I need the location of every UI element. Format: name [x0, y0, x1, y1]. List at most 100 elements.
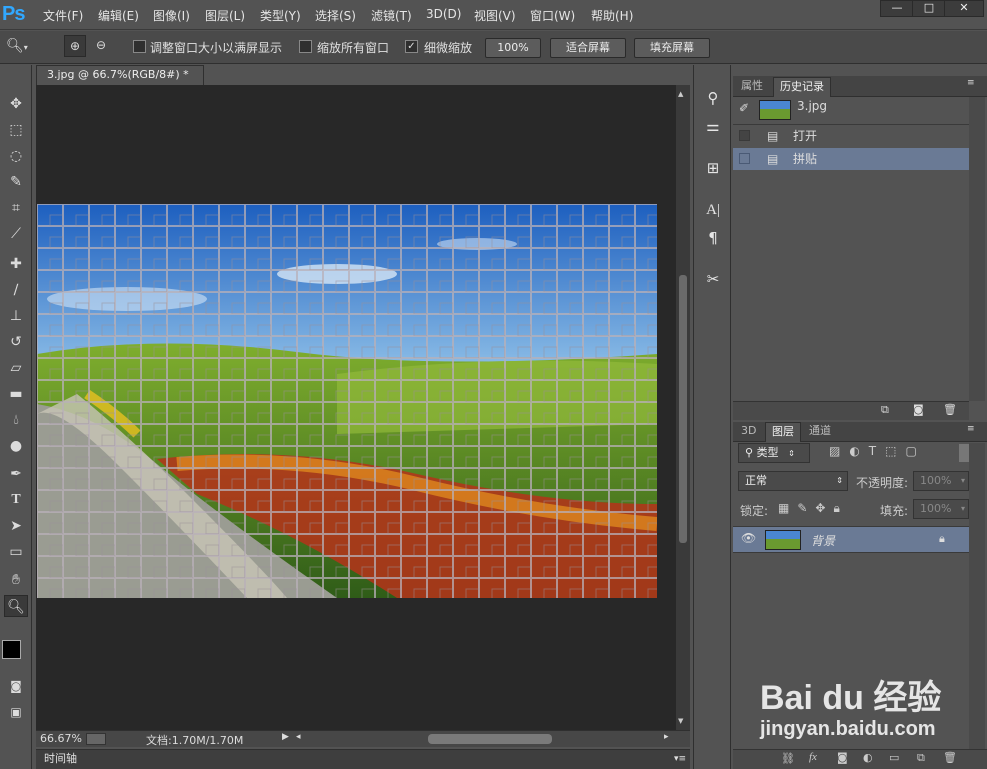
paragraph-panel-icon[interactable]: ¶: [702, 227, 724, 249]
scroll-down-icon[interactable]: ▼: [678, 717, 683, 725]
brush-settings-icon[interactable]: ⚌: [702, 115, 724, 137]
canvas-area[interactable]: [36, 85, 676, 730]
eye-visibility-icon[interactable]: 👁︎: [741, 531, 756, 545]
layer-filter-icons[interactable]: ▨◐T⬚▢: [829, 444, 926, 458]
tab-layers[interactable]: 图层: [765, 422, 801, 442]
scrubby-zoom-checkbox[interactable]: ✓: [405, 40, 418, 53]
layer-mask-icon[interactable]: ◙: [837, 751, 848, 764]
layers-panel-menu-icon[interactable]: ≡: [967, 424, 975, 434]
chevron-down-icon[interactable]: ▾: [961, 472, 965, 490]
history-source-checkbox[interactable]: [739, 130, 750, 141]
blur-tool-icon[interactable]: 💧︎: [4, 409, 28, 431]
timeline-menu-icon[interactable]: ▾≡: [674, 750, 686, 768]
screen-mode-icon[interactable]: ▣: [4, 701, 28, 723]
layer-filter-select[interactable]: ⚲ 类型 ⇕: [738, 443, 810, 463]
adjustment-layer-icon[interactable]: ◐: [863, 751, 873, 764]
layers-scrollbar[interactable]: [969, 443, 985, 749]
document-tab[interactable]: 3.jpg @ 66.7%(RGB/8#) * ×: [36, 65, 204, 99]
layer-name[interactable]: 背景: [811, 532, 835, 549]
character-panel-icon[interactable]: A|: [702, 199, 724, 221]
menu-type[interactable]: 类型(Y): [260, 7, 301, 24]
history-snapshot-row[interactable]: ✐ 3.jpg: [733, 97, 969, 123]
vertical-scrollbar[interactable]: ▲ ▼: [676, 85, 690, 730]
type-tool-icon[interactable]: T: [4, 489, 28, 511]
quick-mask-icon[interactable]: ◙: [4, 675, 28, 697]
zoom-in-icon[interactable]: ⊕: [64, 35, 86, 57]
menu-3d[interactable]: 3D(D): [426, 7, 461, 21]
layer-style-icon[interactable]: fx: [809, 751, 817, 763]
path-select-tool-icon[interactable]: ➤: [4, 515, 28, 537]
resize-windows-checkbox[interactable]: [133, 40, 146, 53]
stamp-tool-icon[interactable]: ⊥: [4, 305, 28, 327]
menu-layer[interactable]: 图层(L): [205, 7, 245, 24]
tab-channels[interactable]: 通道: [803, 422, 837, 442]
quick-select-tool-icon[interactable]: ✎: [4, 171, 28, 193]
zoom-100-button[interactable]: 100%: [485, 38, 541, 58]
layer-row-background[interactable]: 👁︎ 背景 🔒︎: [733, 526, 969, 553]
marquee-tool-icon[interactable]: ⬚: [4, 119, 28, 141]
delete-layer-icon[interactable]: 🗑︎: [943, 751, 957, 764]
eraser-tool-icon[interactable]: ▱: [4, 357, 28, 379]
scroll-right-icon[interactable]: ▸: [664, 732, 669, 742]
brush-tool-icon[interactable]: ∕: [4, 279, 28, 301]
dodge-tool-icon[interactable]: ●: [4, 435, 28, 457]
lasso-tool-icon[interactable]: ◌: [4, 145, 28, 167]
new-document-from-state-icon[interactable]: ⧉: [881, 403, 889, 417]
menu-help[interactable]: 帮助(H): [591, 7, 633, 24]
horizontal-scroll-thumb[interactable]: [428, 734, 552, 744]
filter-toggle[interactable]: [959, 444, 969, 462]
foreground-color-swatch[interactable]: [2, 640, 21, 659]
zoom-all-checkbox[interactable]: [299, 40, 312, 53]
crop-tool-icon[interactable]: ⌗: [4, 197, 28, 219]
menu-file[interactable]: 文件(F): [43, 7, 83, 24]
new-group-icon[interactable]: ▭: [889, 751, 899, 764]
history-item[interactable]: ▤ 打开: [733, 125, 969, 147]
scroll-up-icon[interactable]: ▲: [678, 90, 683, 98]
fit-screen-button[interactable]: 适合屏幕: [550, 38, 626, 58]
menu-select[interactable]: 选择(S): [315, 7, 356, 24]
delete-state-icon[interactable]: 🗑︎: [943, 403, 957, 416]
new-layer-icon[interactable]: ⧉: [917, 751, 925, 765]
menu-window[interactable]: 窗口(W): [530, 7, 575, 24]
menu-filter[interactable]: 滤镜(T): [371, 7, 412, 24]
pen-tool-icon[interactable]: ✒: [4, 463, 28, 485]
clone-source-icon[interactable]: ⊞: [702, 157, 724, 179]
menu-view[interactable]: 视图(V): [474, 7, 516, 24]
scroll-left-icon[interactable]: ◂: [296, 732, 301, 742]
vertical-scroll-thumb[interactable]: [679, 275, 687, 543]
zoom-level[interactable]: 66.67%: [40, 732, 82, 745]
history-brush-source-icon[interactable]: ✐: [739, 97, 749, 119]
healing-brush-tool-icon[interactable]: ✚: [4, 253, 28, 275]
lock-icons[interactable]: ▦✎✥🔒︎: [778, 501, 848, 516]
opacity-field[interactable]: 100% ▾: [913, 471, 969, 491]
chevron-down-icon[interactable]: ▾: [961, 500, 965, 518]
menu-image[interactable]: 图像(I): [153, 7, 190, 24]
eyedropper-tool-icon[interactable]: ⟋: [4, 223, 28, 245]
fill-screen-button[interactable]: 填充屏幕: [634, 38, 710, 58]
tab-history[interactable]: 历史记录: [773, 77, 831, 97]
gradient-tool-icon[interactable]: ▬: [4, 383, 28, 405]
status-menu-arrow-icon[interactable]: ▶: [282, 732, 289, 742]
move-tool-icon[interactable]: ✥: [4, 93, 28, 115]
document-image[interactable]: [37, 204, 657, 598]
history-brush-tool-icon[interactable]: ↺: [4, 331, 28, 353]
tab-properties[interactable]: 属性: [735, 77, 769, 97]
history-item-selected[interactable]: ▤ 拼贴: [733, 148, 969, 170]
fill-field[interactable]: 100% ▾: [913, 499, 969, 519]
zoom-tool-preset-icon[interactable]: 🔍︎▾: [6, 35, 36, 59]
hand-tool-icon[interactable]: ✋︎: [4, 569, 28, 591]
blend-mode-select[interactable]: 正常 ⇕: [738, 471, 848, 491]
shape-tool-icon[interactable]: ▭: [4, 541, 28, 563]
status-preview-icon[interactable]: [86, 733, 106, 745]
close-button[interactable]: ✕: [944, 0, 984, 17]
history-source-checkbox[interactable]: [739, 153, 750, 164]
brush-preset-icon[interactable]: ⚲: [702, 87, 724, 109]
new-snapshot-icon[interactable]: ◙: [913, 403, 924, 416]
link-layers-icon[interactable]: ⛓: [781, 752, 795, 765]
minimize-button[interactable]: —: [880, 0, 914, 17]
menu-edit[interactable]: 编辑(E): [98, 7, 139, 24]
maximize-button[interactable]: □: [912, 0, 946, 17]
tab-3d[interactable]: 3D: [735, 422, 762, 442]
tool-presets-icon[interactable]: ✂: [702, 268, 724, 290]
zoom-tool-icon[interactable]: 🔍︎: [4, 595, 28, 617]
